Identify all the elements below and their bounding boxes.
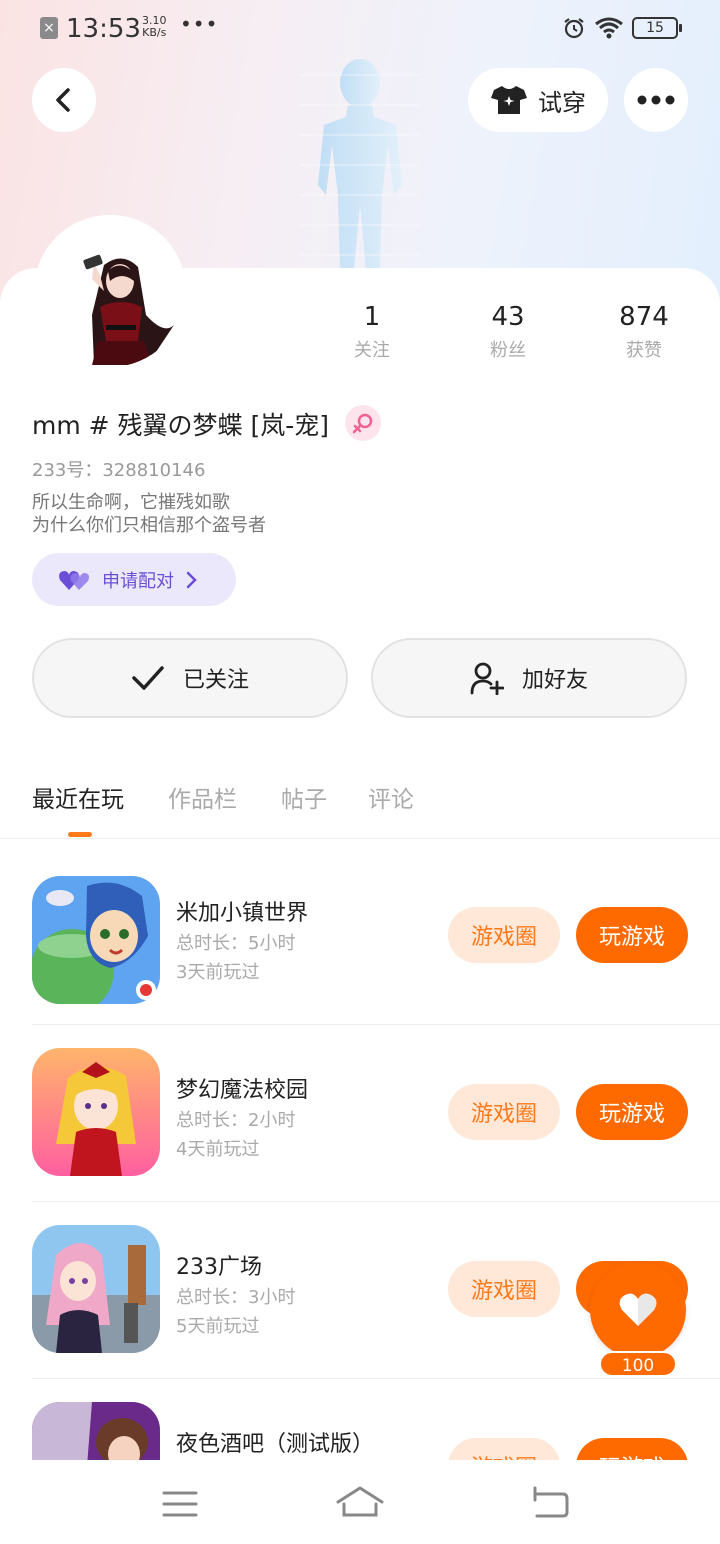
game-circle-button[interactable]: 游戏圈 — [448, 907, 560, 963]
chevron-right-icon — [186, 571, 197, 588]
female-icon — [352, 413, 373, 434]
bio-line: 为什么你们只相信那个盗号者 — [32, 515, 266, 536]
back-nav-icon[interactable] — [525, 1484, 575, 1524]
bio-line: 所以生命啊，它摧残如歌 — [32, 492, 230, 513]
game-icon-art — [32, 1048, 160, 1176]
tab-comments[interactable]: 评论 — [368, 780, 414, 814]
following-count: 1 — [363, 302, 381, 332]
gender-badge — [345, 405, 381, 441]
play-game-button[interactable]: 玩游戏 — [576, 907, 688, 963]
wifi-icon — [595, 17, 623, 39]
game-last-played: 5天前玩过 — [176, 1316, 260, 1337]
game-duration: 总时长：5小时 — [176, 933, 296, 954]
tab-recently-played[interactable]: 最近在玩 — [32, 780, 124, 814]
game-title: 233广场 — [176, 1255, 262, 1280]
system-navigation-bar — [0, 1460, 720, 1544]
hologram-avatar-figure — [300, 59, 420, 270]
more-horizontal-icon — [637, 95, 675, 105]
fans-count: 43 — [491, 302, 525, 332]
game-last-played: 3天前玩过 — [176, 962, 260, 983]
user-nickname: mm # 残翼の梦蝶 [岚-宠] — [32, 411, 330, 440]
try-on-button[interactable]: 试穿 — [468, 68, 608, 132]
game-duration: 总时长：3小时 — [176, 1287, 296, 1308]
game-circle-button[interactable]: 游戏圈 — [448, 1261, 560, 1317]
game-circle-button[interactable]: 游戏圈 — [448, 1438, 560, 1460]
following-label: 关注 — [354, 340, 390, 361]
request-pair-button[interactable]: 申请配对 — [32, 553, 236, 606]
tshirt-icon — [491, 86, 527, 114]
user-avatar-image — [34, 215, 186, 367]
status-more-dots: ••• — [180, 12, 219, 36]
play-game-button[interactable]: 玩游戏 — [576, 1084, 688, 1140]
like-count-badge: 100 — [599, 1351, 677, 1377]
game-icon-art — [32, 1225, 160, 1353]
followed-button[interactable]: 已关注 — [32, 638, 348, 718]
stat-following[interactable]: 1 关注 — [322, 302, 422, 362]
home-icon[interactable] — [335, 1484, 385, 1524]
likes-label: 获赞 — [626, 340, 662, 361]
check-icon — [132, 666, 164, 690]
close-notification-icon: × — [40, 17, 58, 39]
user-id: 233号：328810146 — [32, 460, 206, 481]
tab-posts[interactable]: 帖子 — [281, 780, 327, 814]
game-icon — [32, 1225, 160, 1353]
game-icon-art — [32, 1402, 160, 1460]
game-icon — [32, 1402, 160, 1460]
add-friend-button[interactable]: 加好友 — [371, 638, 687, 718]
user-bio: 所以生命啊，它摧残如歌 为什么你们只相信那个盗号者 — [32, 491, 266, 537]
stat-fans[interactable]: 43 粉丝 — [458, 302, 558, 362]
game-last-played: 4天前玩过 — [176, 1139, 260, 1160]
alarm-icon — [564, 18, 584, 39]
active-tab-indicator — [68, 832, 92, 837]
game-icon — [32, 876, 160, 1004]
add-user-icon — [470, 662, 504, 695]
status-bar: × 13:53 3.10 KB/s ••• 15 — [0, 0, 720, 58]
game-icon — [32, 1048, 160, 1176]
stat-likes[interactable]: 874 获赞 — [594, 302, 694, 362]
heart-icon — [619, 1293, 657, 1326]
more-options-button[interactable] — [624, 68, 688, 132]
tab-divider — [0, 838, 720, 839]
game-list-item[interactable]: 米加小镇世界 总时长：5小时 3天前玩过 游戏圈 玩游戏 — [0, 848, 720, 1025]
game-list-item[interactable]: 梦幻魔法校园 总时长：2小时 4天前玩过 游戏圈 玩游戏 — [0, 1025, 720, 1202]
request-pair-label: 申请配对 — [102, 570, 174, 592]
game-title: 梦幻魔法校园 — [176, 1078, 309, 1103]
network-speed: 3.10 KB/s — [142, 15, 167, 39]
double-heart-icon — [59, 570, 89, 590]
game-duration: 总时长：2小时 — [176, 1110, 296, 1131]
menu-icon[interactable] — [155, 1484, 205, 1524]
tab-works[interactable]: 作品栏 — [168, 780, 237, 814]
likes-count: 874 — [619, 302, 669, 332]
network-speed-unit: KB/s — [142, 26, 167, 39]
game-title: 米加小镇世界 — [176, 901, 309, 926]
game-circle-button[interactable]: 游戏圈 — [448, 1084, 560, 1140]
game-icon-art — [32, 876, 160, 1004]
game-list-item[interactable]: 夜色酒吧（测试版） 游戏圈 玩游戏 — [0, 1379, 720, 1460]
play-game-button[interactable]: 玩游戏 — [576, 1438, 688, 1460]
game-title: 夜色酒吧（测试版） — [176, 1432, 375, 1457]
add-friend-label: 加好友 — [521, 668, 588, 693]
chevron-left-icon — [56, 88, 70, 112]
back-button[interactable] — [32, 68, 96, 132]
battery-indicator: 15 — [632, 17, 682, 39]
fans-label: 粉丝 — [490, 340, 526, 361]
avatar[interactable] — [34, 215, 186, 367]
like-floating-button[interactable] — [590, 1262, 686, 1358]
try-on-label: 试穿 — [538, 88, 586, 117]
status-time: 13:53 — [66, 14, 141, 44]
followed-label: 已关注 — [182, 668, 249, 693]
